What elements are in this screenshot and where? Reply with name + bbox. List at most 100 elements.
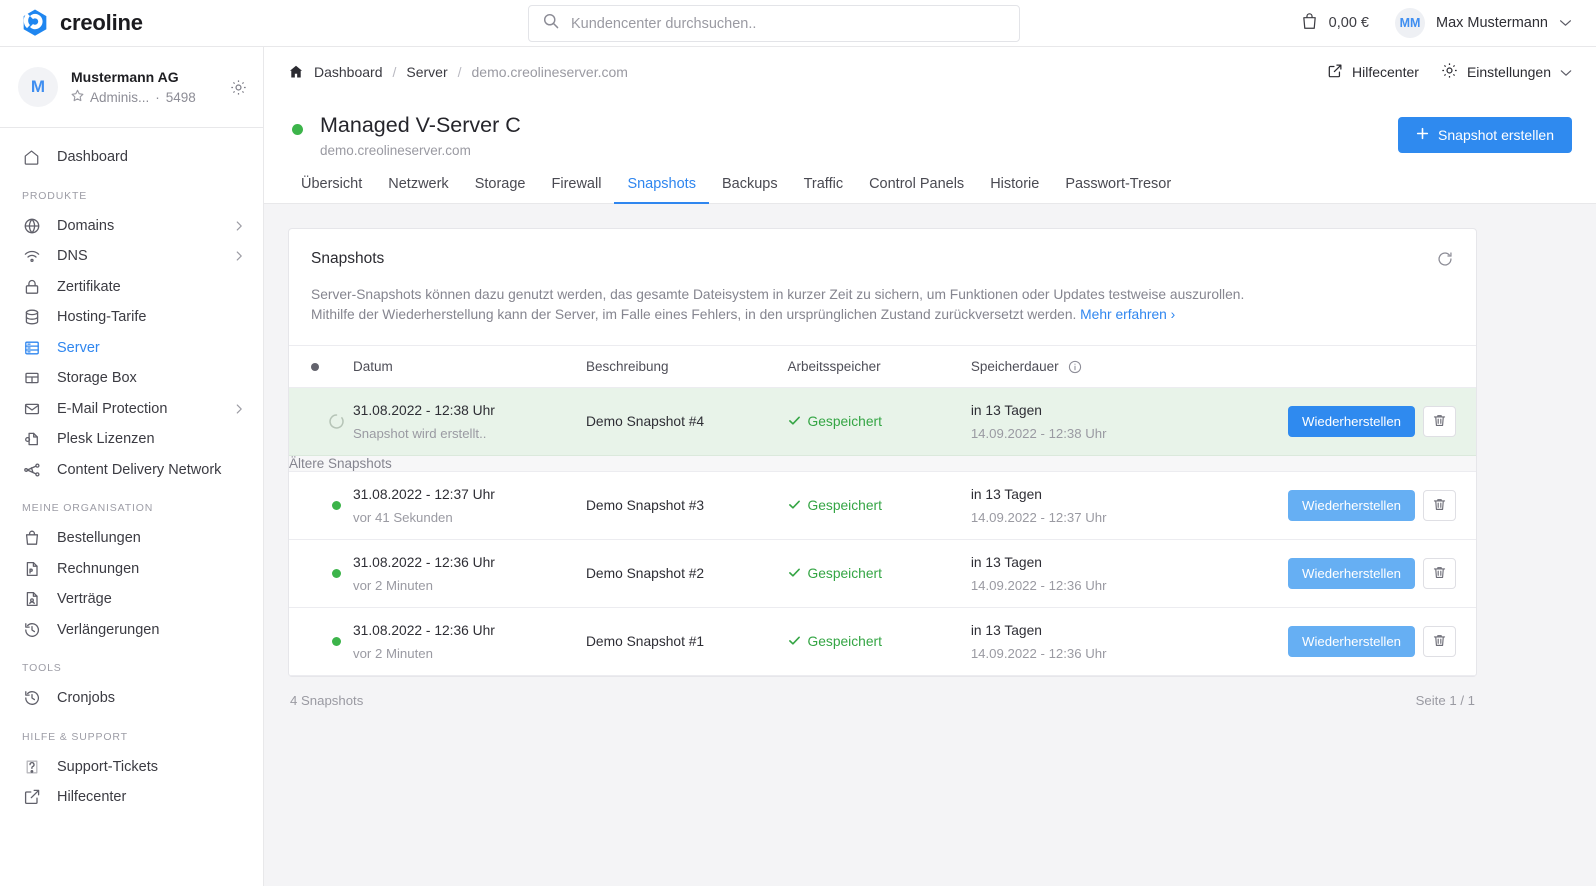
top-bar-right: 0,00 € MM Max Mustermann — [1301, 8, 1596, 38]
restore-button[interactable]: Wiederherstellen — [1288, 558, 1415, 589]
restore-button[interactable]: Wiederherstellen — [1288, 490, 1415, 521]
trash-icon — [1432, 565, 1447, 583]
memory-status: Gespeichert — [788, 566, 963, 582]
sidebar-item-storage-box[interactable]: Storage Box — [0, 363, 263, 394]
breadcrumb-item-server[interactable]: Server — [406, 64, 447, 80]
tab-traffic[interactable]: Traffic — [791, 176, 856, 203]
tab-storage[interactable]: Storage — [462, 176, 539, 203]
settings-button[interactable]: Einstellungen — [1441, 62, 1572, 82]
cell-status — [289, 387, 353, 456]
gear-icon[interactable] — [230, 79, 247, 96]
creoline-logo-icon — [23, 9, 47, 36]
memory-status: Gespeichert — [788, 634, 963, 650]
tab-historie[interactable]: Historie — [977, 176, 1052, 203]
tab-backups[interactable]: Backups — [709, 176, 791, 203]
snapshots-card: Snapshots Server-Snapshots können dazu g… — [288, 228, 1477, 677]
tab-netzwerk[interactable]: Netzwerk — [375, 176, 461, 203]
cart-amount: 0,00 € — [1328, 15, 1369, 31]
server-icon — [22, 338, 41, 357]
table-row[interactable]: 31.08.2022 - 12:36 Uhr vor 2 Minuten Demo … — [289, 607, 1476, 676]
external-link-icon — [1327, 63, 1343, 82]
cell-memory: Gespeichert — [787, 387, 971, 456]
sidebar-item-hilfecenter[interactable]: Hilfecenter — [0, 782, 263, 813]
contract-icon — [22, 590, 41, 609]
content-area: Snapshots Server-Snapshots können dazu g… — [264, 204, 1596, 886]
cell-actions: Wiederherstellen — [1288, 539, 1476, 608]
snapshot-date: 31.08.2022 - 12:36 Uhr — [353, 623, 495, 638]
tab--bersicht[interactable]: Übersicht — [288, 176, 375, 203]
restore-button[interactable]: Wiederherstellen — [1288, 406, 1415, 437]
sidebar-item-cronjobs[interactable]: Cronjobs — [0, 683, 263, 714]
sidebar-item-label: Rechnungen — [57, 560, 140, 577]
sidebar-item-plesk-lizenzen[interactable]: Plesk Lizenzen — [0, 424, 263, 455]
sidebar-item-verl-ngerungen[interactable]: Verlängerungen — [0, 615, 263, 646]
tab-snapshots[interactable]: Snapshots — [614, 176, 709, 204]
chevron-right-icon — [233, 403, 245, 415]
bag-icon — [1301, 12, 1318, 34]
home-icon[interactable] — [288, 64, 304, 80]
restore-button[interactable]: Wiederherstellen — [1288, 626, 1415, 657]
breadcrumb-bar: Dashboard / Server / demo.creolineserver… — [264, 47, 1596, 97]
cell-description: Demo Snapshot #4 — [585, 387, 788, 456]
sidebar-item-rechnungen[interactable]: Rechnungen — [0, 554, 263, 585]
sidebar-item-label: Bestellungen — [57, 530, 141, 547]
status-dot-icon — [311, 363, 319, 371]
table-row[interactable]: 31.08.2022 - 12:36 Uhr vor 2 Minuten Demo … — [289, 539, 1476, 608]
delete-snapshot-button[interactable] — [1423, 490, 1456, 521]
table-row[interactable]: 31.08.2022 - 12:38 Uhr Snapshot wird erst… — [289, 387, 1476, 456]
sidebar-item-dashboard[interactable]: Dashboard — [0, 142, 263, 173]
snapshot-description: Demo Snapshot #1 — [585, 633, 705, 649]
tab-control-panels[interactable]: Control Panels — [856, 176, 977, 203]
sidebar-item-hosting-tarife[interactable]: Hosting-Tarife — [0, 302, 263, 333]
search-input[interactable] — [571, 15, 1006, 32]
sidebar-item-vertr-ge[interactable]: Verträge — [0, 584, 263, 615]
status-indicator — [311, 558, 353, 589]
sidebar-item-dns[interactable]: DNS — [0, 241, 263, 272]
brand-logo[interactable]: creoline — [0, 8, 264, 38]
org-name: Mustermann AG — [71, 69, 179, 85]
sidebar-item-bestellungen[interactable]: Bestellungen — [0, 523, 263, 554]
tab-firewall[interactable]: Firewall — [538, 176, 614, 203]
create-snapshot-button[interactable]: Snapshot erstellen — [1398, 117, 1572, 153]
breadcrumb: Dashboard / Server / demo.creolineserver… — [288, 64, 628, 80]
delete-snapshot-button[interactable] — [1423, 626, 1456, 657]
sidebar-item-e-mail-protection[interactable]: E-Mail Protection — [0, 394, 263, 425]
refresh-icon[interactable] — [1436, 250, 1454, 268]
cart-button[interactable]: 0,00 € — [1301, 12, 1369, 34]
app-root: creoline 0,00 € — [0, 0, 1596, 886]
snapshot-description: Demo Snapshot #2 — [585, 565, 705, 581]
search-icon — [542, 12, 560, 35]
breadcrumb-item-dashboard[interactable]: Dashboard — [314, 64, 383, 80]
sidebar-item-support-tickets[interactable]: Support-Tickets — [0, 752, 263, 783]
status-dot-ok — [332, 501, 341, 510]
sidebar-item-server[interactable]: Server — [0, 333, 263, 364]
org-text: Mustermann AG Adminis... · 5498 — [71, 69, 217, 105]
sidebar-item-domains[interactable]: Domains — [0, 211, 263, 242]
card-description-line1: Server-Snapshots können dazu genutzt wer… — [311, 287, 1245, 302]
user-menu[interactable]: MM Max Mustermann — [1394, 8, 1572, 38]
help-center-button[interactable]: Hilfecenter — [1327, 63, 1419, 82]
learn-more-link[interactable]: Mehr erfahren › — [1080, 307, 1175, 322]
snapshot-date: 31.08.2022 - 12:37 Uhr — [353, 487, 495, 502]
info-icon[interactable] — [1068, 360, 1082, 374]
snapshot-description: Demo Snapshot #4 — [585, 413, 705, 429]
status-indicator — [311, 402, 353, 441]
tab-passwort-tresor[interactable]: Passwort-Tresor — [1052, 176, 1184, 203]
organization-card[interactable]: M Mustermann AG Adminis... · 5498 — [0, 47, 263, 128]
retention-remaining: in 13 Tagen — [970, 623, 1042, 638]
sidebar-item-zertifikate[interactable]: Zertifikate — [0, 272, 263, 303]
settings-label: Einstellungen — [1466, 64, 1551, 80]
search-box[interactable] — [528, 5, 1020, 42]
chevron-right-icon — [233, 220, 245, 232]
delete-snapshot-button[interactable] — [1423, 558, 1456, 589]
server-status-dot — [292, 124, 303, 135]
table-row[interactable]: 31.08.2022 - 12:37 Uhr vor 41 Sekunden Dem… — [289, 471, 1476, 540]
lock-icon — [22, 277, 41, 296]
help-center-label: Hilfecenter — [1352, 64, 1419, 80]
sidebar-item-content-delivery-network[interactable]: Content Delivery Network — [0, 455, 263, 486]
sidebar-item-label: Cronjobs — [57, 690, 116, 707]
delete-snapshot-button[interactable] — [1423, 406, 1456, 437]
memory-status-label: Gespeichert — [807, 566, 882, 581]
card-description: Server-Snapshots können dazu genutzt wer… — [289, 268, 1476, 345]
trash-icon — [1432, 413, 1447, 431]
